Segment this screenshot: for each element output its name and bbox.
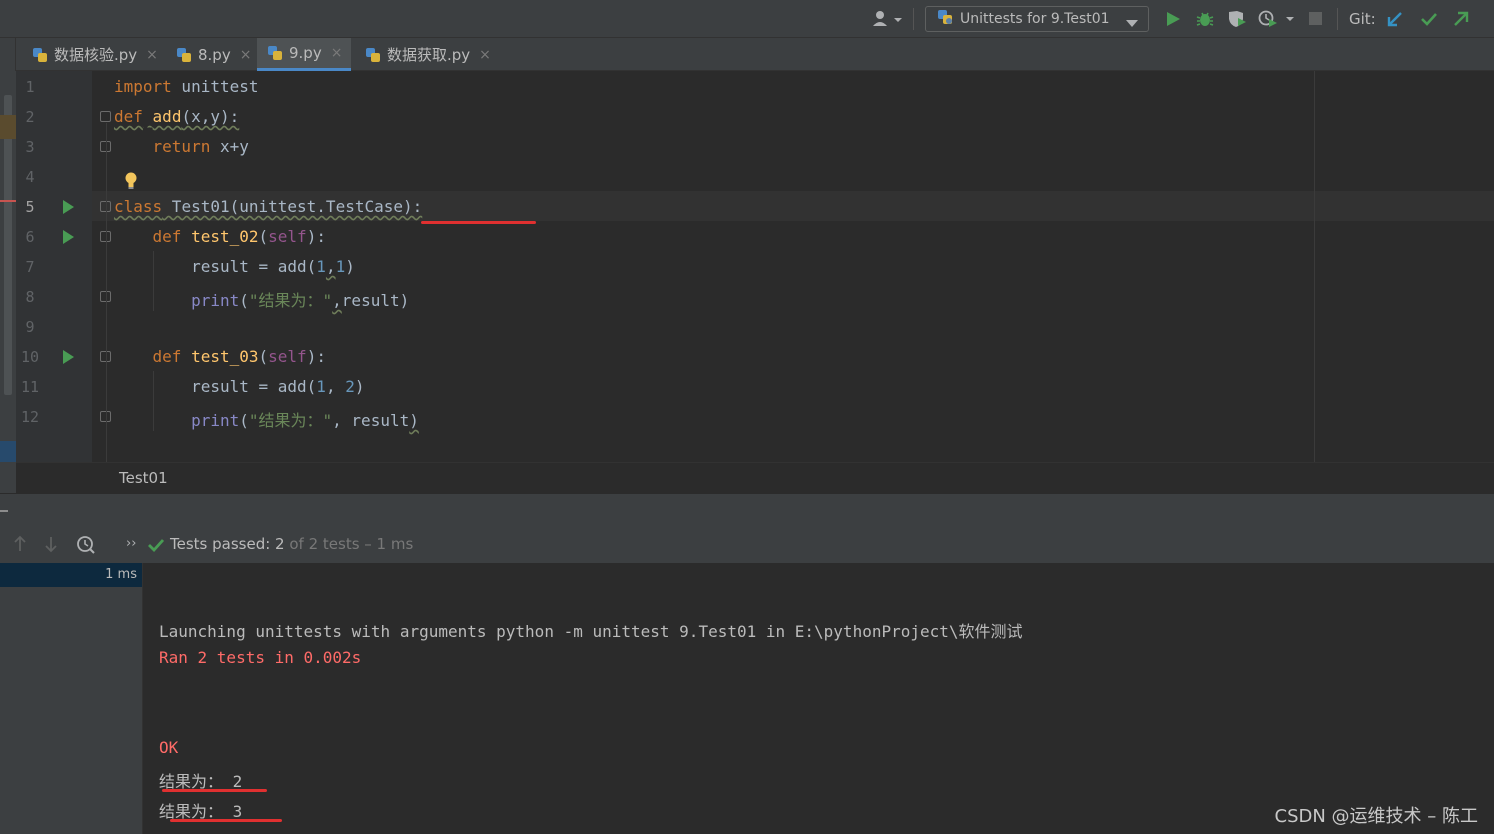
test-status: Tests passed: 2 of 2 tests – 1 ms	[170, 535, 414, 553]
run-test-icon[interactable]	[63, 200, 74, 214]
chevron-down-icon	[1126, 16, 1138, 32]
console-output[interactable]: Launching unittests with arguments pytho…	[143, 563, 1494, 834]
tab-data-fetch[interactable]: 数据获取.py ×	[355, 38, 491, 71]
console-line: Ran 2 tests in 0.002s	[159, 648, 362, 667]
code-editor[interactable]: 1 2 3 4 5 6 7 8 9 10 11 12 import unitte…	[0, 71, 1494, 462]
expand-icon[interactable]: ››	[126, 536, 136, 551]
git-push-icon[interactable]	[1452, 0, 1470, 38]
line-number: 9	[25, 318, 35, 336]
line-number: 5	[25, 198, 35, 216]
arrow-up-icon[interactable]	[12, 535, 28, 557]
python-run-icon	[936, 8, 954, 30]
close-icon[interactable]: ×	[331, 45, 343, 61]
code-line: result = add(1, 2)	[114, 377, 365, 396]
line-number: 3	[25, 138, 35, 156]
close-icon[interactable]: ×	[479, 47, 491, 63]
python-file-icon	[267, 45, 283, 61]
python-file-icon	[365, 47, 381, 63]
test-tree-row[interactable]: 1 ms	[0, 563, 142, 587]
python-file-icon	[176, 47, 192, 63]
run-config-label: Unittests for 9.Test01	[960, 11, 1110, 27]
editor-tabs: 数据核验.py × 8.py × 9.py × 数据获取.py ×	[0, 38, 1494, 71]
scroll-thumb[interactable]	[4, 95, 12, 395]
line-number: 8	[25, 288, 35, 306]
line-number: 4	[25, 168, 35, 186]
tab-label: 8.py	[198, 45, 231, 64]
tab-9-py[interactable]: 9.py ×	[257, 38, 351, 71]
watermark: CSDN @运维技术 – 陈工	[1274, 806, 1478, 827]
check-icon	[148, 537, 165, 556]
line-number: 11	[20, 378, 40, 396]
run-tool-window: ›› Tests passed: 2 of 2 tests – 1 ms	[0, 493, 1494, 563]
code-line: def add(x,y):	[114, 107, 240, 126]
tab-label: 数据核验.py	[54, 46, 138, 64]
git-update-icon[interactable]	[1386, 0, 1404, 38]
line-number: 10	[20, 348, 40, 366]
run-test-icon[interactable]	[63, 230, 74, 244]
code-line: def test_03(self):	[152, 347, 326, 366]
stop-button[interactable]	[1309, 0, 1323, 38]
code-line: result = add(1,1)	[114, 257, 355, 276]
test-duration: 1 ms	[105, 567, 137, 582]
fold-icon[interactable]	[100, 111, 111, 122]
arrow-down-icon[interactable]	[43, 535, 59, 557]
code-line: import unittest	[114, 77, 259, 96]
python-file-icon	[32, 47, 48, 63]
tab-data-verify[interactable]: 数据核验.py ×	[22, 38, 158, 71]
annotation-underline	[421, 221, 536, 224]
tab-8-py[interactable]: 8.py ×	[166, 38, 251, 71]
lightbulb-icon[interactable]	[124, 172, 138, 194]
code-line: def test_02(self):	[152, 227, 326, 246]
tab-label: 数据获取.py	[387, 46, 471, 64]
git-commit-icon[interactable]	[1420, 0, 1438, 38]
run-with-coverage-button[interactable]	[1227, 0, 1247, 38]
line-number: 12	[20, 408, 40, 426]
annotation-underline	[162, 789, 267, 792]
line-number: 6	[25, 228, 35, 246]
run-test-icon[interactable]	[63, 350, 74, 364]
breadcrumb-item[interactable]: Test01	[119, 469, 168, 487]
run-configuration-select[interactable]: Unittests for 9.Test01	[925, 6, 1149, 32]
close-icon[interactable]: ×	[146, 47, 158, 63]
line-number: 7	[25, 258, 35, 276]
profile-button[interactable]	[1258, 0, 1296, 38]
code-line: print("结果为：",result)	[191, 291, 410, 310]
history-icon[interactable]	[75, 534, 97, 558]
code-line: return x+y	[152, 137, 249, 156]
breadcrumb: Test01	[16, 462, 1494, 492]
line-number: 2	[25, 108, 35, 126]
console-line: Launching unittests with arguments pytho…	[159, 622, 1023, 641]
code-line: print("结果为：", result)	[191, 411, 419, 430]
test-results-tree: 1 ms	[0, 563, 143, 834]
close-icon[interactable]: ×	[240, 47, 252, 63]
run-button[interactable]	[1164, 0, 1182, 38]
git-label: Git:	[1349, 10, 1376, 28]
code-line: class Test01(unittest.TestCase):	[114, 197, 423, 216]
user-icon[interactable]	[870, 0, 904, 38]
line-number: 1	[25, 78, 35, 96]
tab-label: 9.py	[289, 44, 322, 62]
console-line: OK	[159, 738, 179, 757]
main-toolbar: Unittests for 9.Test01 Git:	[0, 0, 1494, 38]
annotation-underline	[170, 819, 282, 822]
debug-button[interactable]	[1196, 0, 1214, 38]
minimize-icon[interactable]	[0, 510, 8, 512]
